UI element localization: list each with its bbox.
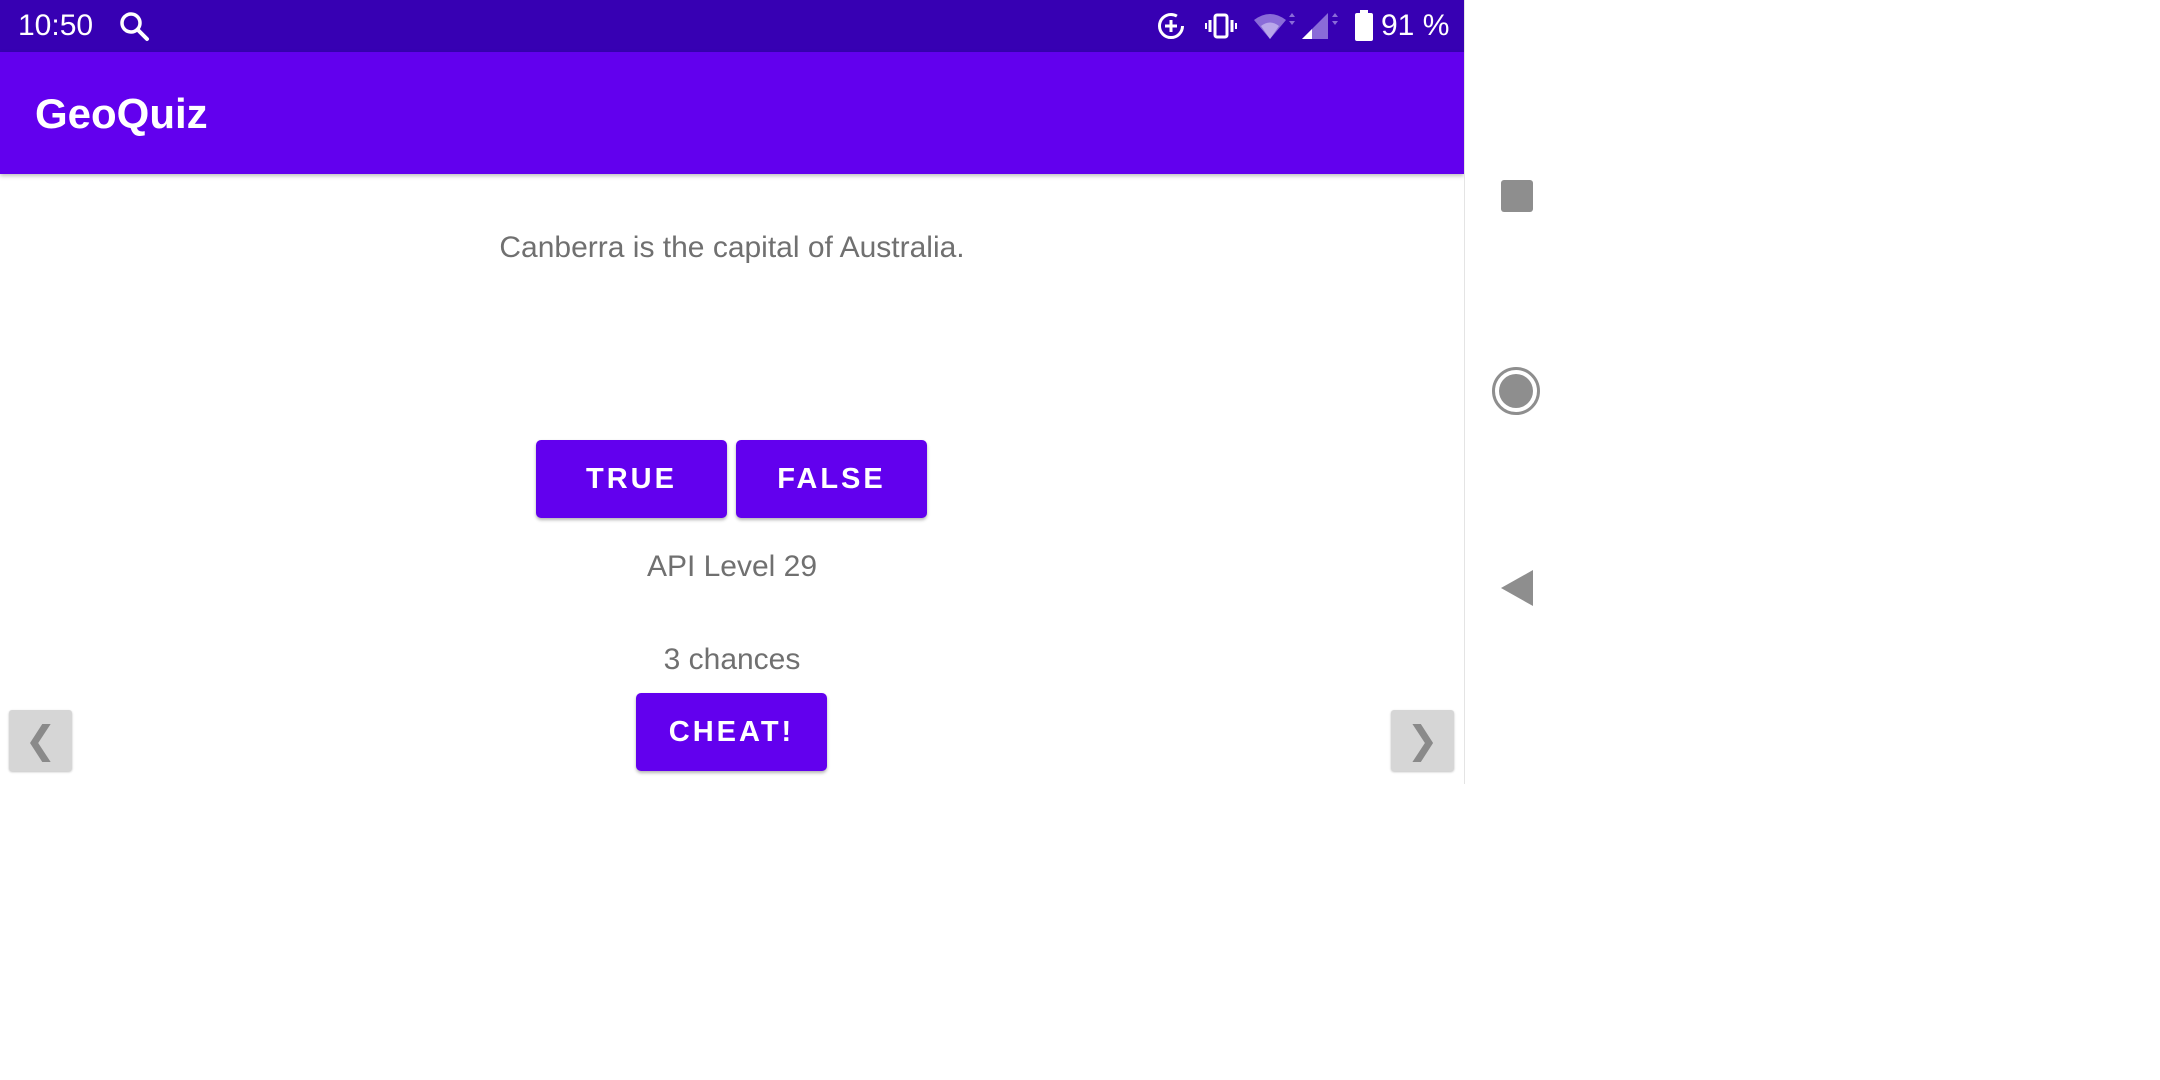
search-icon xyxy=(117,10,151,42)
prev-button[interactable]: ❮ xyxy=(9,710,72,771)
false-button[interactable]: FALSE xyxy=(736,440,927,518)
recents-icon[interactable] xyxy=(1491,170,1543,222)
cheat-button[interactable]: CHEAT! xyxy=(636,693,827,771)
api-level-text: API Level 29 xyxy=(646,550,818,583)
home-icon[interactable] xyxy=(1490,365,1542,417)
app-title: GeoQuiz xyxy=(35,90,208,137)
next-button[interactable]: ❯ xyxy=(1391,710,1454,771)
vibrate-icon xyxy=(1204,10,1238,42)
chances-text: 3 chances xyxy=(663,643,801,676)
question-text: Canberra is the capital of Australia. xyxy=(499,231,965,264)
data-saver-icon xyxy=(1155,10,1187,42)
wifi-icon xyxy=(1252,10,1296,42)
battery-percentage: 91 % xyxy=(1381,9,1450,42)
app-bar: GeoQuiz xyxy=(0,52,1464,174)
true-button[interactable]: TRUE xyxy=(536,440,727,518)
app-screen: 10:50 91 % GeoQuiz Canberra is the capit… xyxy=(0,0,1464,784)
status-time: 10:50 xyxy=(18,9,94,42)
back-icon[interactable] xyxy=(1491,562,1543,614)
status-bar: 10:50 91 % xyxy=(0,0,1464,52)
system-nav-bar xyxy=(1464,0,1553,784)
cell-signal-icon xyxy=(1300,10,1340,42)
battery-icon xyxy=(1353,10,1375,42)
